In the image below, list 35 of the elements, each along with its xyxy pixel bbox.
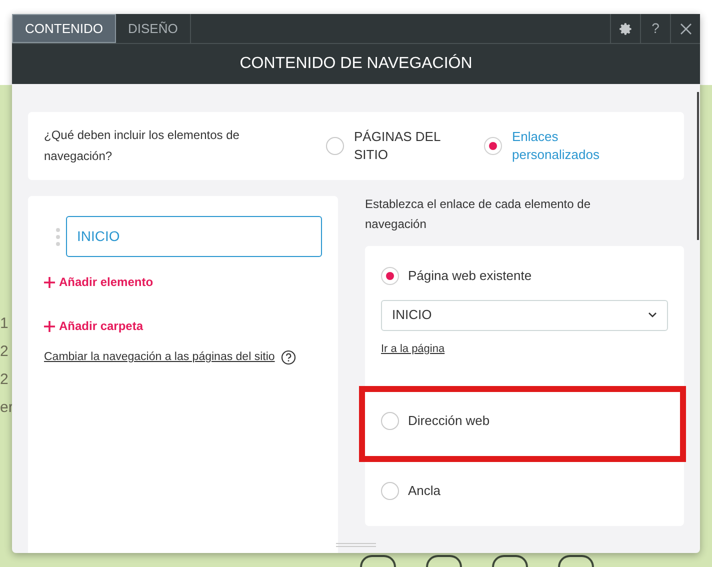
dialog-title: CONTENIDO DE NAVEGACIÓN — [240, 53, 472, 74]
tab[interactable]: CONTENIDO — [12, 14, 116, 43]
switch-link[interactable]: Cambiar la navegación a las páginas del sitio — [44, 349, 275, 366]
intro-text: Establezca el enlace de cada elemento de navegación — [365, 196, 592, 233]
tab[interactable]: DISEÑO — [116, 14, 191, 43]
background-text: er — [0, 399, 14, 417]
social-icon[interactable] — [558, 555, 594, 567]
help-button[interactable]: ? — [640, 14, 670, 43]
radio-button[interactable] — [381, 266, 399, 285]
close-icon — [680, 22, 692, 34]
radio-button[interactable] — [326, 137, 344, 155]
radio-button[interactable] — [484, 137, 502, 155]
social-icon[interactable] — [426, 555, 462, 567]
question-text: ¿Qué deben incluir los elementos de navegación? — [44, 127, 240, 165]
option-label[interactable]: Ancla — [408, 481, 441, 501]
option-label[interactable]: Página web existente — [408, 266, 532, 286]
option-label[interactable]: Dirección web — [408, 411, 490, 431]
background-text: 2 — [0, 371, 8, 389]
background-text: 2 — [0, 343, 8, 361]
radio-button[interactable] — [381, 482, 399, 500]
page-select[interactable]: INICIO — [381, 300, 668, 330]
add-button[interactable]: Añadir carpeta — [44, 317, 144, 335]
chevron-down-icon — [648, 312, 657, 318]
social-icon[interactable] — [492, 555, 528, 567]
settings-icon — [618, 22, 632, 36]
drag-handle-icon[interactable] — [56, 228, 60, 246]
option-label[interactable]: PÁGINAS DEL SITIO — [354, 128, 464, 164]
social-icon[interactable] — [360, 555, 396, 567]
plus-icon — [44, 276, 55, 288]
add-button[interactable]: Añadir elemento — [44, 273, 154, 291]
help-icon[interactable] — [280, 350, 296, 366]
go-to-page-link[interactable]: Ir a la página — [381, 340, 445, 357]
background-text: 1 — [0, 315, 8, 333]
plus-icon — [44, 320, 55, 332]
radio-button[interactable] — [381, 412, 399, 430]
